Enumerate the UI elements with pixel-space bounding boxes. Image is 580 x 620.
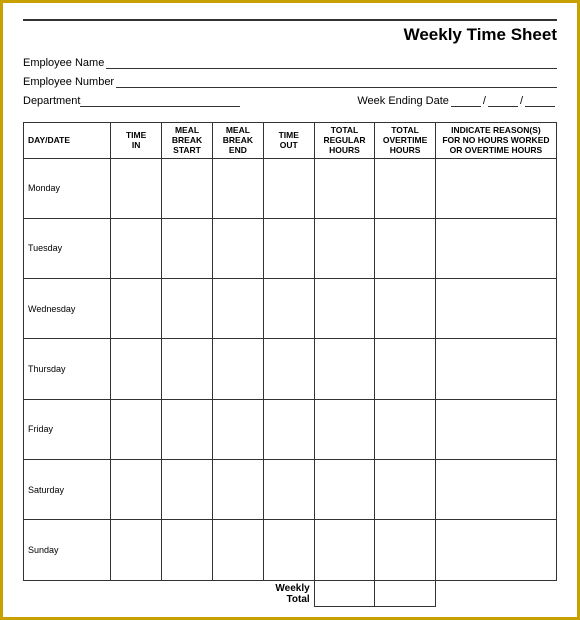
header-time-in: TIMEIN <box>111 123 162 159</box>
cell-meal-break-start-thursday[interactable] <box>162 339 213 399</box>
cell-time-out-saturday[interactable] <box>263 459 314 519</box>
cell-meal-break-start-saturday[interactable] <box>162 459 213 519</box>
table-row: Tuesday <box>24 218 557 278</box>
cell-day-thursday: Thursday <box>24 339 111 399</box>
timesheet-table: DAY/DATE TIMEIN MEALBREAKSTART MEALBREAK… <box>23 122 557 607</box>
cell-total-overtime-saturday[interactable] <box>375 459 436 519</box>
cell-total-regular-tuesday[interactable] <box>314 218 375 278</box>
cell-time-in-saturday[interactable] <box>111 459 162 519</box>
cell-time-in-thursday[interactable] <box>111 339 162 399</box>
department-field: Department <box>23 93 347 107</box>
cell-meal-break-end-tuesday[interactable] <box>212 218 263 278</box>
table-row: Saturday <box>24 459 557 519</box>
cell-reasons-sunday[interactable] <box>435 520 556 580</box>
table-row: Thursday <box>24 339 557 399</box>
employee-name-field: Employee Name <box>23 55 557 69</box>
weekly-total-label: Weekly Total <box>263 580 314 607</box>
cell-meal-break-end-monday[interactable] <box>212 158 263 218</box>
cell-total-regular-sunday[interactable] <box>314 520 375 580</box>
header-day: DAY/DATE <box>24 123 111 159</box>
cell-day-friday: Friday <box>24 399 111 459</box>
cell-meal-break-start-wednesday[interactable] <box>162 279 213 339</box>
cell-reasons-saturday[interactable] <box>435 459 556 519</box>
cell-total-overtime-friday[interactable] <box>375 399 436 459</box>
cell-total-overtime-monday[interactable] <box>375 158 436 218</box>
week-ending-month[interactable] <box>451 93 481 107</box>
page: Weekly Time Sheet Employee Name Employee… <box>3 3 577 617</box>
cell-total-overtime-wednesday[interactable] <box>375 279 436 339</box>
cell-meal-break-end-sunday[interactable] <box>212 520 263 580</box>
table-row: Sunday <box>24 520 557 580</box>
employee-name-input[interactable] <box>106 55 557 69</box>
cell-total-overtime-tuesday[interactable] <box>375 218 436 278</box>
cell-day-saturday: Saturday <box>24 459 111 519</box>
fields-section: Employee Name Employee Number Department… <box>23 55 557 112</box>
header-meal-break-start: MEALBREAKSTART <box>162 123 213 159</box>
cell-total-regular-friday[interactable] <box>314 399 375 459</box>
weekly-total-spacer-end <box>435 580 556 607</box>
cell-total-regular-thursday[interactable] <box>314 339 375 399</box>
cell-time-out-wednesday[interactable] <box>263 279 314 339</box>
cell-meal-break-start-monday[interactable] <box>162 158 213 218</box>
cell-time-in-wednesday[interactable] <box>111 279 162 339</box>
cell-day-monday: Monday <box>24 158 111 218</box>
department-week-row: Department Week Ending Date / / <box>23 93 557 107</box>
week-ending-label: Week Ending Date <box>357 95 449 107</box>
cell-total-regular-saturday[interactable] <box>314 459 375 519</box>
cell-time-in-tuesday[interactable] <box>111 218 162 278</box>
weekly-total-row: Weekly Total <box>24 580 557 607</box>
header-meal-break-end: MEALBREAKEND <box>212 123 263 159</box>
week-ending-year[interactable] <box>525 93 555 107</box>
cell-day-sunday: Sunday <box>24 520 111 580</box>
department-label: Department <box>23 95 80 107</box>
cell-time-in-monday[interactable] <box>111 158 162 218</box>
week-ending-day[interactable] <box>488 93 518 107</box>
table-row: Wednesday <box>24 279 557 339</box>
cell-meal-break-end-wednesday[interactable] <box>212 279 263 339</box>
cell-reasons-monday[interactable] <box>435 158 556 218</box>
department-input[interactable] <box>80 93 240 107</box>
cell-reasons-friday[interactable] <box>435 399 556 459</box>
employee-number-input[interactable] <box>116 74 557 88</box>
cell-meal-break-start-friday[interactable] <box>162 399 213 459</box>
cell-time-in-sunday[interactable] <box>111 520 162 580</box>
weekly-total-regular[interactable] <box>314 580 375 607</box>
table-row: Friday <box>24 399 557 459</box>
cell-reasons-tuesday[interactable] <box>435 218 556 278</box>
table-header-row: DAY/DATE TIMEIN MEALBREAKSTART MEALBREAK… <box>24 123 557 159</box>
table-row: Monday <box>24 158 557 218</box>
cell-total-overtime-thursday[interactable] <box>375 339 436 399</box>
cell-day-wednesday: Wednesday <box>24 279 111 339</box>
cell-meal-break-end-thursday[interactable] <box>212 339 263 399</box>
cell-time-out-monday[interactable] <box>263 158 314 218</box>
weekly-total-spacer <box>24 580 264 607</box>
cell-time-in-friday[interactable] <box>111 399 162 459</box>
cell-meal-break-start-tuesday[interactable] <box>162 218 213 278</box>
weekly-total-overtime[interactable] <box>375 580 436 607</box>
cell-time-out-tuesday[interactable] <box>263 218 314 278</box>
title-row: Weekly Time Sheet <box>23 19 557 45</box>
cell-time-out-friday[interactable] <box>263 399 314 459</box>
employee-name-label: Employee Name <box>23 57 104 69</box>
header-total-regular: TOTALREGULARHOURS <box>314 123 375 159</box>
week-ending-field: Week Ending Date / / <box>357 93 557 107</box>
cell-meal-break-end-friday[interactable] <box>212 399 263 459</box>
cell-reasons-thursday[interactable] <box>435 339 556 399</box>
header-time-out: TIMEOUT <box>263 123 314 159</box>
employee-number-label: Employee Number <box>23 76 114 88</box>
cell-total-regular-wednesday[interactable] <box>314 279 375 339</box>
header-total-overtime: TOTALOVERTIMEHOURS <box>375 123 436 159</box>
page-title: Weekly Time Sheet <box>23 25 557 45</box>
cell-total-regular-monday[interactable] <box>314 158 375 218</box>
employee-number-field: Employee Number <box>23 74 557 88</box>
cell-day-tuesday: Tuesday <box>24 218 111 278</box>
cell-time-out-thursday[interactable] <box>263 339 314 399</box>
header-indicate-reasons: INDICATE REASON(S)FOR NO HOURS WORKEDOR … <box>435 123 556 159</box>
cell-reasons-wednesday[interactable] <box>435 279 556 339</box>
cell-total-overtime-sunday[interactable] <box>375 520 436 580</box>
cell-meal-break-start-sunday[interactable] <box>162 520 213 580</box>
cell-meal-break-end-saturday[interactable] <box>212 459 263 519</box>
cell-time-out-sunday[interactable] <box>263 520 314 580</box>
